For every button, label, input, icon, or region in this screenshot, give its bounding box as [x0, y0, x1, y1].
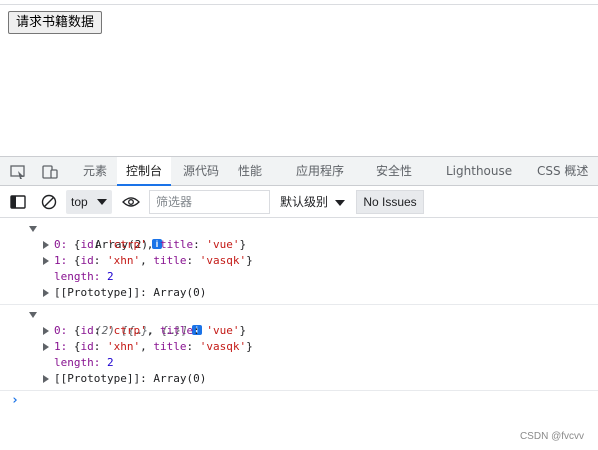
page-top-border — [0, 0, 598, 5]
entry-divider — [0, 304, 598, 305]
context-caret-icon — [97, 199, 107, 205]
sidebar-toggle-icon[interactable] — [10, 195, 26, 209]
entry-2-item-0[interactable]: 0: {id: 'ctrp', title: 'vue'} — [54, 323, 246, 339]
expand-arrow-icon[interactable] — [43, 343, 49, 351]
expand-arrow-icon[interactable] — [43, 289, 49, 297]
expand-arrow-icon[interactable] — [43, 257, 49, 265]
collapse-arrow-icon[interactable] — [29, 312, 37, 318]
expand-arrow-icon[interactable] — [43, 241, 49, 249]
clear-console-icon[interactable] — [41, 194, 57, 210]
entry-divider — [0, 390, 598, 391]
inspect-element-icon[interactable] — [10, 165, 26, 179]
filter-input[interactable]: 筛选器 — [149, 190, 270, 214]
context-value: top — [71, 195, 88, 209]
expand-arrow-icon[interactable] — [43, 327, 49, 335]
live-expression-eye-icon[interactable] — [122, 196, 140, 208]
entry-1-item-1[interactable]: 1: {id: 'xhn', title: 'vasqk'} — [54, 253, 253, 269]
levels-caret-icon — [335, 199, 346, 206]
tab-elements[interactable]: 元素 — [83, 157, 107, 186]
request-books-button[interactable]: 请求书籍数据 — [8, 11, 103, 34]
log-levels-label: 默认级别 — [280, 195, 329, 209]
tab-console[interactable]: 控制台 — [117, 157, 172, 186]
tab-application[interactable]: 应用程序 — [296, 157, 344, 186]
context-selector[interactable]: top — [66, 190, 112, 214]
tab-security[interactable]: 安全性 — [376, 157, 412, 186]
entry-1-prototype[interactable]: [[Prototype]]: Array(0) — [54, 285, 206, 301]
entry-2-length: length: 2 — [54, 356, 114, 369]
tab-lighthouse[interactable]: Lighthouse — [446, 157, 512, 186]
console-toolbar: top 筛选器 默认级别 No Issues — [0, 186, 598, 218]
entry-2-prototype[interactable]: [[Prototype]]: Array(0) — [54, 371, 206, 387]
devtools-tabbar: 元素 控制台 源代码 性能 应用程序 安全性 Lighthouse CSS 概述 — [0, 156, 598, 186]
devtools-panel: 元素 控制台 源代码 性能 应用程序 安全性 Lighthouse CSS 概述… — [0, 156, 598, 450]
tab-css-overview[interactable]: CSS 概述 — [537, 157, 588, 186]
entry-2-item-1[interactable]: 1: {id: 'xhn', title: 'vasqk'} — [54, 339, 253, 355]
tab-sources[interactable]: 源代码 — [183, 157, 219, 186]
entry-2-header[interactable]: (2) [{…}, {…}] i — [42, 307, 202, 337]
expand-arrow-icon[interactable] — [43, 375, 49, 383]
entry-1-header[interactable]: Array(2) i — [42, 221, 162, 251]
log-levels-dropdown[interactable]: 默认级别 — [280, 190, 346, 214]
tab-performance[interactable]: 性能 — [238, 157, 262, 186]
entry-1-item-0[interactable]: 0: {id: 'ctrp', title: 'vue'} — [54, 237, 246, 253]
collapse-arrow-icon[interactable] — [29, 226, 37, 232]
watermark: CSDN @fvcvv — [519, 431, 584, 442]
console-prompt-icon[interactable]: › — [11, 393, 19, 408]
device-toolbar-icon[interactable] — [42, 165, 58, 179]
issues-button[interactable]: No Issues — [356, 190, 424, 214]
entry-1-length: length: 2 — [54, 270, 114, 283]
